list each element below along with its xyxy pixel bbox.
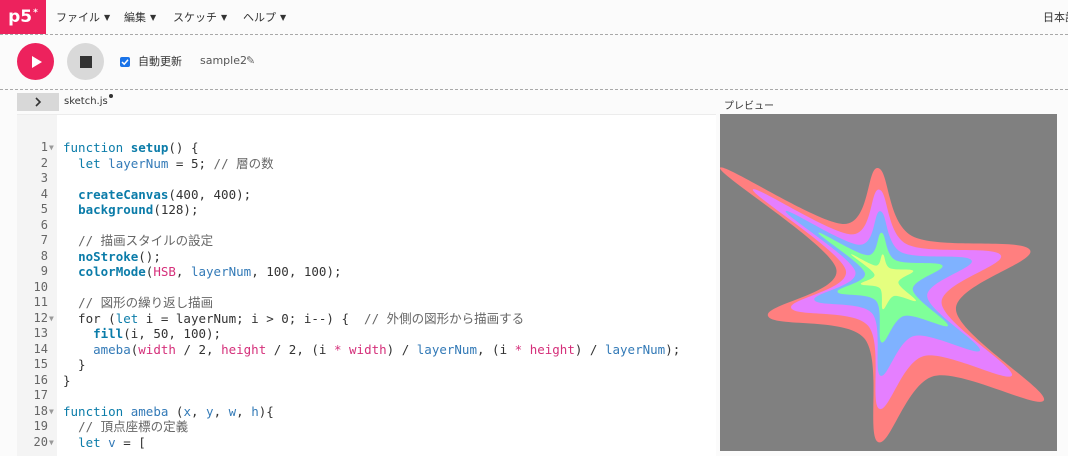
line-number: 16 — [33, 372, 48, 387]
code-editor[interactable]: 1 ▼ function setup() {2 let layerNum = 5; … — [17, 114, 716, 456]
chevron-right-icon — [35, 97, 42, 107]
code-line[interactable]: 20 ▼ let v = [ — [17, 435, 716, 451]
code-line[interactable]: 19 // 頂点座標の定義 — [17, 419, 716, 435]
line-number: 19 — [33, 419, 48, 433]
preview-label: プレビュー — [724, 101, 774, 112]
stop-icon — [79, 55, 92, 68]
fold-arrow-icon[interactable]: ▼ — [49, 404, 54, 420]
code-line[interactable]: 17 — [17, 388, 716, 404]
menu-edit[interactable]: 編集 ▼ — [124, 0, 156, 34]
preview-canvas[interactable] — [720, 114, 1057, 451]
caret-down-icon: ▼ — [150, 12, 157, 22]
line-number: 2 — [40, 155, 48, 170]
code-line[interactable]: 9 colorMode(HSB, layerNum, 100, 100); — [17, 264, 716, 280]
code-text: // 頂点座標の定義 — [78, 419, 189, 434]
code-line[interactable]: 4 createCanvas(400, 400); — [17, 187, 716, 203]
menu-sketch[interactable]: スケッチ ▼ — [173, 0, 227, 34]
line-number: 20 — [33, 434, 48, 449]
menu-file[interactable]: ファイル ▼ — [56, 0, 110, 34]
line-number: 12 — [33, 310, 48, 325]
play-icon — [31, 55, 42, 68]
line-number: 18 — [33, 403, 48, 418]
code-text: background(128); — [78, 202, 199, 217]
code-lines: 1 ▼ function setup() {2 let layerNum = 5; … — [17, 140, 716, 450]
play-button[interactable] — [17, 43, 54, 80]
code-text: let layerNum = 5; // 層の数 — [78, 155, 274, 171]
line-number: 17 — [33, 388, 48, 402]
ameba-drawing — [720, 167, 1045, 443]
line-number: 4 — [40, 186, 48, 201]
line-number: 14 — [33, 341, 48, 356]
line-number: 5 — [40, 202, 48, 216]
code-text: createCanvas(400, 400); — [78, 186, 252, 202]
code-line[interactable]: 2 let layerNum = 5; // 層の数 — [17, 156, 716, 172]
line-number: 9 — [40, 264, 48, 278]
line-number: 10 — [33, 279, 48, 294]
autorefresh-checkbox[interactable] — [120, 57, 130, 67]
code-line[interactable]: 15 } — [17, 357, 716, 373]
code-text: colorMode(HSB, layerNum, 100, 100); — [78, 264, 342, 279]
line-number: 13 — [33, 326, 48, 340]
code-text: function setup() { — [63, 140, 199, 155]
code-line[interactable]: 11 // 図形の繰り返し描画 — [17, 295, 716, 311]
caret-down-icon: ▼ — [104, 12, 111, 22]
file-tab-sketch-js[interactable]: sketch.js — [64, 96, 108, 107]
line-number: 6 — [40, 217, 48, 232]
sketch-name[interactable]: sample2 — [200, 54, 247, 67]
code-text: // 図形の繰り返し描画 — [78, 295, 214, 310]
toolbar-divider — [0, 89, 1068, 90]
code-text: for (let i = layerNum; i > 0; i--) { // … — [63, 310, 525, 326]
fold-arrow-icon[interactable]: ▼ — [49, 311, 54, 327]
code-line[interactable]: 10 — [17, 280, 716, 296]
autorefresh-label: 自動更新 — [138, 55, 182, 68]
line-number: 8 — [40, 248, 48, 263]
fold-arrow-icon[interactable]: ▼ — [49, 435, 54, 451]
code-line[interactable]: 14 ameba(width / 2, height / 2, (i * wid… — [17, 342, 716, 358]
menu-help[interactable]: ヘルプ ▼ — [243, 0, 286, 34]
caret-down-icon: ▼ — [221, 12, 228, 22]
p5-logo[interactable]: p5 * — [0, 0, 46, 34]
code-line[interactable]: 12 ▼ for (let i = layerNum; i > 0; i--) {… — [17, 311, 716, 327]
code-line[interactable]: 3 — [17, 171, 716, 187]
fold-arrow-icon[interactable]: ▼ — [49, 140, 54, 156]
expand-sidebar-button[interactable] — [17, 93, 59, 111]
line-number: 15 — [33, 357, 48, 371]
line-number: 3 — [40, 171, 48, 185]
menu-divider — [0, 34, 1068, 35]
code-text: // 描画スタイルの設定 — [78, 233, 214, 248]
code-line[interactable]: 18 ▼ function ameba (x, y, w, h){ — [17, 404, 716, 420]
check-icon — [121, 59, 129, 66]
code-line[interactable]: 7 // 描画スタイルの設定 — [17, 233, 716, 249]
line-number: 11 — [33, 295, 48, 309]
code-text: ameba(width / 2, height / 2, (i * width)… — [93, 341, 681, 357]
code-text: } — [63, 372, 71, 388]
code-line[interactable]: 16} — [17, 373, 716, 389]
code-text: } — [63, 357, 86, 372]
code-line[interactable]: 5 background(128); — [17, 202, 716, 218]
pencil-icon[interactable]: ✎ — [246, 54, 255, 67]
code-text: noStroke(); — [78, 248, 161, 264]
code-text: function ameba (x, y, w, h){ — [63, 403, 274, 419]
code-line[interactable]: 13 fill(i, 50, 100); — [17, 326, 716, 342]
code-text: fill(i, 50, 100); — [93, 326, 222, 341]
language-selector[interactable]: 日本語 — [1043, 0, 1068, 34]
code-line[interactable]: 6 — [17, 218, 716, 234]
line-number: 7 — [40, 233, 48, 247]
code-text: let v = [ — [78, 434, 146, 450]
unsaved-indicator — [109, 94, 113, 98]
stop-button[interactable] — [67, 43, 104, 80]
code-line[interactable]: 1 ▼ function setup() { — [17, 140, 716, 156]
menu-bar: p5* ファイル▼ 編集▼ スケッチ▼ ヘルプ▼ 日本語 — [0, 0, 1068, 34]
line-number: 1 — [40, 140, 48, 154]
code-line[interactable]: 8 noStroke(); — [17, 249, 716, 265]
caret-down-icon: ▼ — [280, 12, 287, 22]
